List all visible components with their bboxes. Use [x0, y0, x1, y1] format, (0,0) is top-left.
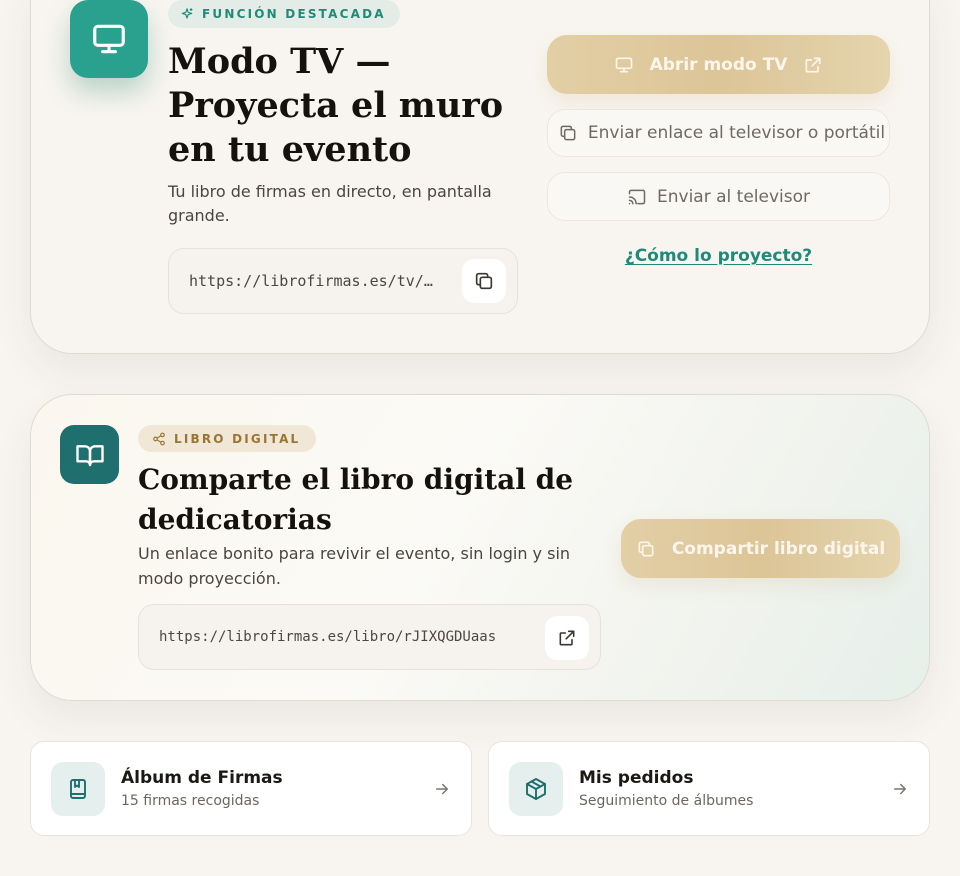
share-digital-book-label: Compartir libro digital: [671, 538, 886, 559]
open-book-url-button[interactable]: [545, 616, 589, 660]
book-icon-tile: [60, 425, 119, 484]
monitor-icon: [93, 24, 125, 54]
send-link-button[interactable]: Enviar enlace al televisor o portátil: [547, 109, 890, 157]
share-icon: [153, 432, 165, 445]
copy-icon: [638, 541, 654, 556]
digital-book-badge: LIBRO DIGITAL: [138, 425, 317, 452]
sparkle-icon: [181, 8, 193, 19]
arrow-right-icon: [436, 783, 448, 795]
tv-url-field: https://librofirmas.es/tv/r…: [168, 248, 518, 314]
tv-description: Tu libro de firmas en directo, en pantal…: [168, 182, 492, 225]
arrow-right-icon: [894, 783, 906, 795]
digital-book-description: Un enlace bonito para revivir el evento,…: [138, 544, 571, 588]
tv-title: Modo TV — Proyecta el muro en tu evento: [168, 41, 504, 170]
featured-badge-label: FUNCIÓN DESTACADA: [202, 7, 386, 21]
digital-book-title: Comparte el libro digital de dedicatoria…: [138, 463, 574, 536]
external-link-icon: [559, 630, 575, 646]
open-tv-mode-button[interactable]: Abrir modo TV: [547, 35, 890, 94]
copy-tv-url-button[interactable]: [462, 259, 506, 303]
album-icon: [70, 779, 86, 799]
copy-icon: [560, 125, 576, 141]
book-url-text: https://librofirmas.es/libro/rJIXQGDUaas: [159, 629, 497, 645]
cast-icon: [628, 189, 646, 204]
send-link-label: Enviar enlace al televisor o portátil: [587, 123, 886, 143]
orders-tile-subtitle: Seguimiento de álbumes: [579, 793, 754, 809]
tv-feature-icon-tile: [70, 0, 148, 78]
orders-tile[interactable]: Mis pedidos Seguimiento de álbumes: [488, 741, 930, 836]
how-to-project-link[interactable]: ¿Cómo lo proyecto?: [547, 246, 890, 266]
package-icon: [526, 778, 546, 800]
open-book-icon: [75, 444, 104, 466]
album-tile-title: Álbum de Firmas: [121, 768, 283, 788]
orders-icon-tile: [509, 762, 563, 816]
book-url-field: https://librofirmas.es/libro/rJIXQGDUaas: [138, 604, 601, 670]
cast-to-tv-label: Enviar al televisor: [657, 186, 810, 207]
monitor-icon: [615, 57, 632, 72]
share-digital-book-button[interactable]: Compartir libro digital: [621, 519, 900, 578]
album-tile[interactable]: Álbum de Firmas 15 firmas recogidas: [30, 741, 472, 836]
album-icon-tile: [51, 762, 105, 816]
external-link-icon: [805, 57, 821, 72]
open-tv-mode-label: Abrir modo TV: [649, 54, 788, 75]
cast-to-tv-button[interactable]: Enviar al televisor: [547, 172, 890, 221]
digital-book-badge-label: LIBRO DIGITAL: [174, 431, 301, 446]
orders-tile-title: Mis pedidos: [579, 768, 694, 788]
copy-icon: [475, 272, 493, 290]
featured-badge: FUNCIÓN DESTACADA: [168, 0, 400, 28]
album-tile-subtitle: 15 firmas recogidas: [121, 793, 260, 809]
tv-url-text: https://librofirmas.es/tv/r…: [189, 272, 441, 290]
